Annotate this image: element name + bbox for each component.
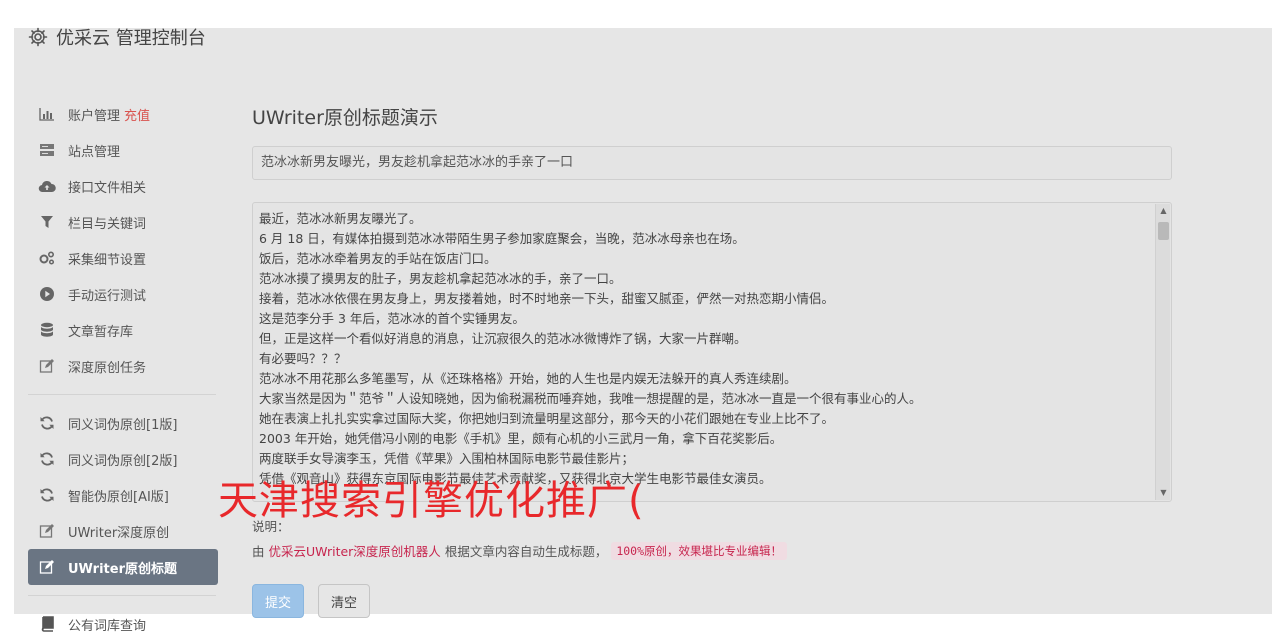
sidebar-item-label: 栏目与关键词 [68,216,147,232]
play-circle-icon [38,285,56,303]
note-line: 由 优采云UWriter深度原创机器人 根据文章内容自动生成标题， 100%原创… [252,541,1172,560]
content-line: 接着，范冰冰依偎在男友身上，男友搂着她，时不时地亲一下头，甜蜜又腻歪，俨然一对热… [259,291,835,306]
recharge-link[interactable]: 充值 [124,105,150,124]
edit-icon [38,357,56,375]
sidebar-item-label: 智能伪原创[AI版] [68,489,169,505]
sidebar-item-columns-keywords[interactable]: 栏目与关键词 [28,204,218,240]
title-input[interactable]: 范冰冰新男友曝光，男友趁机拿起范冰冰的手亲了一口 [252,146,1172,180]
main-content: UWriter原创标题演示 范冰冰新男友曝光，男友趁机拿起范冰冰的手亲了一口 最… [252,100,1172,618]
scroll-thumb[interactable] [1158,222,1169,240]
sidebar: 账户管理 充值 站点管理 接口文件相关 栏目与关键词 采集细节设置 手动运行测试… [28,96,218,606]
bar-chart-icon [38,105,56,123]
sidebar-item-label: 同义词伪原创[2版] [68,453,178,469]
submit-button[interactable]: 提交 [252,584,305,618]
scrollbar[interactable]: ▲ ▼ [1155,204,1170,500]
edit-icon [38,522,56,540]
app-header: 优采云 管理控制台 [28,22,206,52]
sidebar-item-interface-files[interactable]: 接口文件相关 [28,168,218,204]
sidebar-item-account[interactable]: 账户管理 充值 [28,96,218,132]
refresh-icon [38,486,56,504]
content-line: 范冰冰摸了摸男友的肚子，男友趁机拿起范冰冰的手，亲了一口。 [259,271,622,286]
content-text: 最近，范冰冰新男友曝光了。 6 月 18 日，有媒体拍摄到范冰冰带陌生男子参加家庭… [253,203,1171,489]
content-line: 6 月 18 日，有媒体拍摄到范冰冰带陌生男子参加家庭聚会，当晚，范冰冰母亲也在… [259,231,745,246]
sidebar-item-smart-ai[interactable]: 智能伪原创[AI版] [28,477,218,513]
sidebar-item-label: UWriter原创标题 [68,561,177,577]
watermark-text: 天津搜索引擎优化推广( [218,478,645,524]
sidebar-item-label: 文章暂存库 [68,324,134,340]
scroll-down-icon[interactable]: ▼ [1156,486,1171,500]
refresh-icon [38,414,56,432]
refresh-icon [38,450,56,468]
sidebar-item-uwriter-deep[interactable]: UWriter深度原创 [28,513,218,549]
gears-icon [38,249,56,267]
database-icon [38,321,56,339]
sidebar-item-synonym-v1[interactable]: 同义词伪原创[1版] [28,405,218,441]
app-title: 优采云 管理控制台 [56,28,206,49]
content-textarea[interactable]: 最近，范冰冰新男友曝光了。 6 月 18 日，有媒体拍摄到范冰冰带陌生男子参加家庭… [252,202,1172,502]
gear-icon [28,27,48,47]
sidebar-item-deep-original-task[interactable]: 深度原创任务 [28,348,218,384]
sidebar-item-synonym-v2[interactable]: 同义词伪原创[2版] [28,441,218,477]
note-prefix: 由 [252,544,265,559]
sidebar-item-label: 同义词伪原创[1版] [68,417,178,433]
page: 优采云 管理控制台 账户管理 充值 站点管理 接口文件相关 栏目与关键词 采集细… [0,0,1286,642]
content-line: 范冰冰不用花那么多笔墨写，从《还珠格格》开始，她的人生也是内娱无法躲开的真人秀连… [259,371,797,386]
action-buttons: 提交 清空 [252,584,1172,618]
cloud-upload-icon [38,177,56,195]
content-line: 两度联手女导演李玉，凭借《苹果》入围柏林国际电影节最佳影片； [259,451,635,466]
sidebar-item-sites[interactable]: 站点管理 [28,132,218,168]
sidebar-item-uwriter-title[interactable]: UWriter原创标题 [28,549,218,585]
sidebar-item-label: 接口文件相关 [68,180,147,196]
book-icon [38,615,56,633]
sidebar-item-label: 深度原创任务 [68,360,147,376]
sidebar-item-label: 账户管理 [68,108,121,124]
sidebar-item-label: UWriter深度原创 [68,525,170,541]
edit-icon [38,558,56,576]
sidebar-item-label: 公有词库查询 [68,618,147,634]
content-line: 2003 年开始，她凭借冯小刚的电影《手机》里，颇有心机的小三武月一角，拿下百花… [259,431,783,446]
server-icon [38,141,56,159]
sidebar-divider [28,394,216,395]
sidebar-item-public-thesaurus[interactable]: 公有词库查询 [28,606,146,642]
content-line: 大家当然是因为＂范爷＂人设知晓她，因为偷税漏税而唾弃她，我唯一想提醒的是，范冰冰… [259,391,922,406]
sidebar-item-label: 手动运行测试 [68,288,147,304]
content-line: 但，正是这样一个看似好消息的消息，让沉寂很久的范冰冰微博炸了锅，大家一片群嘲。 [259,331,747,346]
sidebar-item-label: 站点管理 [68,144,121,160]
clear-button[interactable]: 清空 [318,584,371,618]
sidebar-item-article-storage[interactable]: 文章暂存库 [28,312,218,348]
content-line: 她在表演上扎扎实实拿过国际大奖，你把她归到流量明星这部分，那今天的小花们跟她在专… [259,411,835,426]
content-line: 有必要吗？？？ [259,351,347,366]
sidebar-item-label: 采集细节设置 [68,252,147,268]
content-line: 最近，范冰冰新男友曝光了。 [259,211,422,226]
sidebar-item-manual-run[interactable]: 手动运行测试 [28,276,218,312]
sidebar-item-collect-settings[interactable]: 采集细节设置 [28,240,218,276]
content-line: 这是范李分手 3 年后，范冰冰的首个实锤男友。 [259,311,525,326]
note-highlight: 100%原创，效果堪比专业编辑！ [611,541,788,560]
note-middle: 根据文章内容自动生成标题， [444,544,608,559]
content-line: 饭后，范冰冰牵着男友的手站在饭店门口。 [259,251,497,266]
sidebar-divider [28,595,216,596]
filter-icon [38,213,56,231]
page-title: UWriter原创标题演示 [252,107,438,129]
scroll-up-icon[interactable]: ▲ [1156,204,1171,218]
uwriter-robot-link[interactable]: 优采云UWriter深度原创机器人 [269,541,441,560]
